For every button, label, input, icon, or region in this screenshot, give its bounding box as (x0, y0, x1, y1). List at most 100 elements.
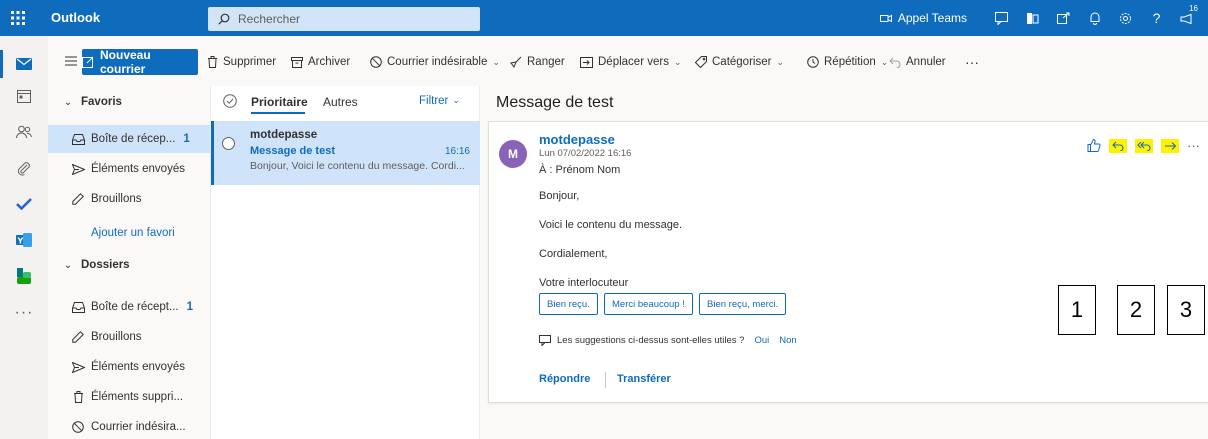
suggested-reply-button[interactable]: Bien reçu. (539, 293, 598, 315)
favorite-inbox[interactable]: Boîte de récep... 1 (48, 125, 210, 153)
tab-focused-underline (251, 112, 305, 114)
suggestion-feedback: Les suggestions ci-dessus sont-elles uti… (539, 335, 797, 346)
feedback-icon (539, 335, 551, 346)
tab-other[interactable]: Autres (323, 95, 358, 109)
unread-count: 1 (183, 133, 190, 145)
avatar[interactable]: M (499, 140, 527, 168)
more-actions-button[interactable]: ··· (1187, 138, 1200, 153)
folder-junk[interactable]: Courrier indésira... (48, 413, 210, 439)
select-all-icon[interactable] (223, 94, 237, 108)
sync-icon[interactable] (1051, 0, 1076, 36)
suggested-reply-button[interactable]: Merci beaucoup ! (604, 293, 693, 315)
annotation-box-3: 3 (1167, 285, 1205, 335)
folders-header[interactable]: ⌄ Dossiers (48, 251, 210, 279)
chevron-down-icon: ⌄ (673, 56, 682, 67)
favorites-header[interactable]: ⌄ Favoris (48, 88, 210, 116)
help-icon[interactable]: ? (1144, 0, 1169, 36)
chevron-down-icon: ⌄ (63, 259, 73, 271)
message-item[interactable]: motdepasse Message de test 16:16 Bonjour… (211, 121, 480, 185)
snooze-label: Répétition (824, 56, 876, 68)
inbox-tabs: Prioritaire Autres Filtrer ⌄ (211, 86, 481, 118)
chevron-down-icon: ⌄ (492, 56, 500, 67)
top-actions: Appel Teams ? 16 (879, 0, 1208, 36)
sweep-button[interactable]: Ranger (510, 53, 565, 71)
video-icon (879, 14, 892, 23)
teams-call-button[interactable]: Appel Teams (879, 11, 967, 25)
chat-icon[interactable] (989, 0, 1014, 36)
filter-button[interactable]: Filtrer ⌄ (419, 95, 460, 107)
body-line: Votre interlocuteur (539, 277, 629, 289)
message-preview: Bonjour, Voici le contenu du message. Co… (250, 160, 465, 172)
folder-label: Éléments suppri... (91, 391, 184, 403)
favorite-drafts[interactable]: Brouillons (48, 185, 210, 213)
junk-label: Courrier indésirable (387, 56, 488, 68)
select-circle-icon[interactable] (222, 137, 235, 150)
message-card: M motdepasse Lun 07/02/2022 16:16 À : Pr… (488, 121, 1208, 403)
reply-link[interactable]: Répondre (539, 373, 590, 385)
add-favorite-link[interactable]: Ajouter un favori (48, 219, 210, 247)
feedback-no-link[interactable]: Non (779, 335, 796, 346)
folder-inbox[interactable]: Boîte de récept... 1 (48, 293, 210, 321)
search-input[interactable]: Rechercher (208, 7, 480, 31)
app-name[interactable]: Outlook (51, 0, 100, 36)
inbox-icon (70, 133, 86, 145)
more-apps-icon[interactable]: ··· (0, 298, 48, 328)
blocked-icon (370, 56, 382, 68)
delete-button[interactable]: Supprimer (207, 53, 276, 71)
annotation-box-2: 2 (1117, 285, 1155, 335)
hamburger-icon[interactable] (60, 50, 82, 72)
message-subject: Message de test (250, 145, 335, 157)
send-icon (70, 163, 86, 175)
calendar-icon[interactable] (0, 81, 48, 111)
sender-name[interactable]: motdepasse (539, 132, 615, 147)
office-icon[interactable] (1020, 0, 1045, 36)
feedback-yes-link[interactable]: Oui (754, 335, 769, 346)
bell-icon[interactable] (1082, 0, 1107, 36)
recipient-line: À : Prénom Nom (539, 164, 621, 176)
message-date: Lun 07/02/2022 16:16 (539, 148, 632, 159)
categorize-button[interactable]: Catégoriser ⌄ (695, 53, 784, 71)
megaphone-icon[interactable]: 16 (1175, 0, 1200, 36)
people-icon[interactable] (0, 117, 48, 147)
forward-icon[interactable] (1161, 138, 1179, 153)
blocked-icon (70, 421, 86, 433)
pencil-icon (70, 331, 86, 343)
chevron-down-icon: ⌄ (776, 56, 784, 67)
attachment-icon[interactable] (0, 154, 48, 184)
archive-button[interactable]: Archiver (291, 53, 350, 71)
body-line: Bonjour, (539, 190, 580, 202)
more-commands-button[interactable]: ··· (965, 53, 979, 71)
trash-icon (207, 56, 218, 68)
folder-move-icon (580, 56, 593, 68)
app-launcher-icon[interactable] (0, 0, 36, 36)
folder-deleted[interactable]: Éléments suppri... (48, 383, 210, 411)
tab-focused[interactable]: Prioritaire (251, 95, 308, 109)
mail-icon[interactable] (0, 49, 48, 79)
suggested-reply-button[interactable]: Bien reçu, merci. (699, 293, 787, 315)
junk-button[interactable]: Courrier indésirable ⌄ (370, 53, 500, 71)
categorize-label: Catégoriser (712, 56, 772, 68)
reply-all-icon[interactable] (1135, 138, 1153, 153)
new-mail-button[interactable]: Nouveau courrier (82, 48, 198, 76)
move-to-button[interactable]: Déplacer vers ⌄ (580, 53, 682, 71)
snooze-button[interactable]: Répétition ⌄ (807, 53, 888, 71)
folder-sent[interactable]: Éléments envoyés (48, 353, 210, 381)
favorite-sent[interactable]: Éléments envoyés (48, 155, 210, 183)
todo-icon[interactable] (0, 189, 48, 219)
undo-button[interactable]: Annuler (889, 53, 946, 71)
gear-icon[interactable] (1113, 0, 1138, 36)
like-icon[interactable] (1087, 139, 1101, 152)
folder-label: Boîte de récep... (91, 133, 176, 145)
forward-link[interactable]: Transférer (617, 373, 671, 385)
search-icon (218, 13, 230, 25)
folder-drafts[interactable]: Brouillons (48, 323, 210, 351)
reply-icon[interactable] (1109, 138, 1127, 153)
top-bar: Outlook Rechercher Appel Teams ? 16 (0, 0, 1208, 36)
teams-call-label: Appel Teams (897, 11, 967, 25)
chevron-down-icon: ⌄ (880, 56, 889, 67)
folder-label: Éléments envoyés (91, 163, 185, 175)
bookings-icon[interactable] (0, 261, 48, 291)
body-line: Voici le contenu du message. (539, 219, 683, 231)
undo-icon (889, 57, 901, 68)
yammer-icon[interactable]: Y (0, 225, 48, 255)
